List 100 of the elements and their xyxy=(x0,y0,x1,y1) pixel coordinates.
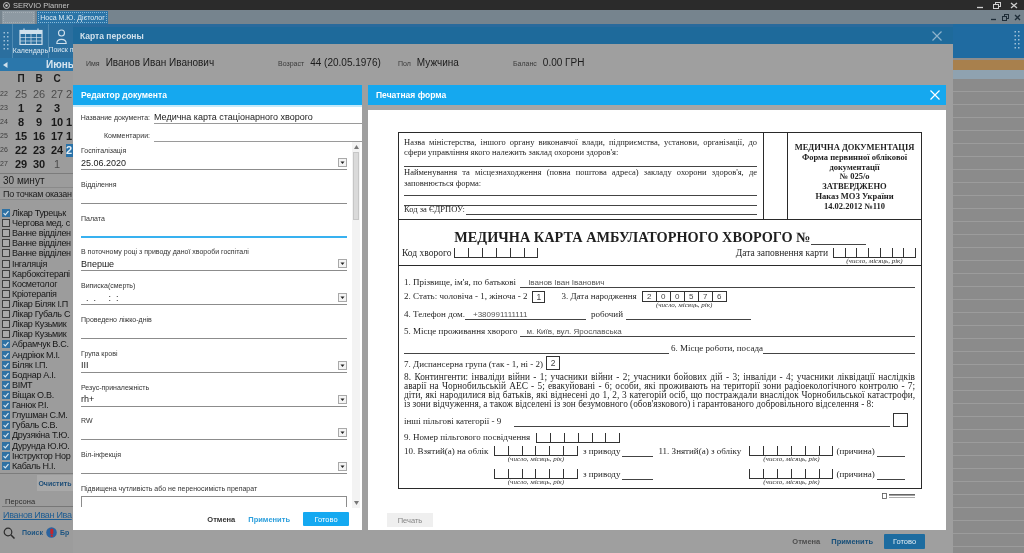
dropdown-field[interactable]: rh+ xyxy=(81,392,347,407)
calendar-day[interactable]: 1 xyxy=(66,115,73,129)
checkbox[interactable] xyxy=(2,219,10,228)
calendar-day[interactable]: 2 xyxy=(66,87,73,101)
caret-icon[interactable] xyxy=(338,394,347,404)
calendar-day[interactable]: 29 xyxy=(12,157,30,171)
checkbox[interactable] xyxy=(2,269,10,278)
calendar-day[interactable]: 25 xyxy=(12,87,30,101)
calendar-day[interactable]: 1 xyxy=(12,101,30,115)
weekday-label: С xyxy=(52,73,62,85)
stamp-text: Форма первинної облікової xyxy=(801,152,908,163)
caret-left-icon[interactable] xyxy=(3,61,8,68)
dropdown-field[interactable] xyxy=(81,460,347,475)
checkbox[interactable] xyxy=(2,411,10,420)
app-logo-icon xyxy=(3,1,10,9)
caret-icon[interactable] xyxy=(338,293,347,303)
checkbox[interactable] xyxy=(2,330,10,339)
resource-label: Губаль С.В. xyxy=(12,420,58,431)
checkbox[interactable] xyxy=(2,209,10,218)
publisher-logo-icon xyxy=(882,493,916,499)
close-icon[interactable] xyxy=(1014,13,1021,21)
checkbox[interactable] xyxy=(2,350,10,359)
calendar-day[interactable]: 2 xyxy=(66,143,73,157)
checkbox[interactable] xyxy=(2,249,10,258)
checkbox[interactable] xyxy=(2,340,10,349)
calendar-day[interactable]: 24 xyxy=(48,143,66,157)
caret-icon[interactable] xyxy=(338,259,347,269)
calendar-day[interactable]: 1 xyxy=(66,129,73,143)
resource-label: Лікар Кузьмик xyxy=(12,329,67,340)
dropdown-field[interactable] xyxy=(81,426,347,441)
calendar-day[interactable]: 2 xyxy=(30,101,48,115)
checkbox[interactable] xyxy=(2,401,10,410)
resource-label: Інгаляція xyxy=(12,258,47,269)
calendar-day[interactable]: 10 xyxy=(48,115,66,129)
calendar-day[interactable]: 1 xyxy=(48,157,66,171)
calendar-day[interactable]: 9 xyxy=(30,115,48,129)
checkbox[interactable] xyxy=(2,461,10,470)
scroll-down-icon[interactable] xyxy=(353,501,359,505)
form-label: 2. Стать: чоловіча - 1, жіноча - 2 xyxy=(404,291,528,302)
dropdown-field[interactable]: . . : : xyxy=(81,291,347,306)
checkbox[interactable] xyxy=(2,431,10,440)
form-label: 5. Місце проживання хворого xyxy=(404,326,518,337)
checkbox[interactable] xyxy=(2,289,10,298)
text-area[interactable] xyxy=(81,495,347,507)
calendar-day[interactable]: 27 xyxy=(48,87,66,101)
fill-in-line: +380991111111 xyxy=(465,309,586,320)
schedule-header xyxy=(953,70,1024,79)
checkbox[interactable] xyxy=(2,239,10,248)
digit-box: 7 xyxy=(698,292,713,301)
caret-icon[interactable] xyxy=(338,462,347,472)
stamp-text: МЕДИЧНА ДОКУМЕНТАЦІЯ xyxy=(794,143,915,153)
resource-label: Друзякіна Т.Ю. xyxy=(12,430,70,441)
form-label: 11. Знятий(а) з обліку xyxy=(658,446,743,457)
form-label: 6. Місце роботи, посада xyxy=(671,343,763,354)
calendar-day[interactable]: 23 xyxy=(30,143,48,157)
form-label: робочий xyxy=(591,309,623,320)
grip-icon xyxy=(3,30,9,52)
checkbox[interactable] xyxy=(2,380,10,389)
checkbox[interactable] xyxy=(2,300,10,309)
interval-select[interactable]: 30 минут xyxy=(0,173,73,188)
scroll-up-icon[interactable] xyxy=(353,145,359,149)
calendar-day[interactable]: 30 xyxy=(30,157,48,171)
calendar-day[interactable]: 3 xyxy=(48,101,66,115)
checkbox[interactable] xyxy=(2,320,10,329)
calendar-day[interactable]: 15 xyxy=(12,129,30,143)
resource-label: Лікар Біляк І.П xyxy=(12,299,68,310)
checkbox[interactable] xyxy=(2,310,10,319)
calendar-day[interactable]: 26 xyxy=(30,87,48,101)
scrollbar[interactable] xyxy=(352,142,360,508)
checkbox[interactable] xyxy=(2,451,10,460)
fill-in-line: Іванов Іван Іванович xyxy=(520,277,915,288)
form-label: 4. Телефон дом. xyxy=(404,309,465,320)
person-icon xyxy=(55,28,67,44)
calendar-day[interactable]: 22 xyxy=(12,143,30,157)
resource-label: Лікар Кузьмик xyxy=(12,319,67,330)
caret-icon[interactable] xyxy=(338,360,347,370)
checkbox[interactable] xyxy=(2,229,10,238)
resource-label: Ванне відділен xyxy=(12,248,71,259)
dropdown-field[interactable]: 25.06.2020 xyxy=(81,156,347,170)
checkbox[interactable] xyxy=(2,360,10,369)
form-label: інші пільгові категорії - 9 xyxy=(404,416,502,427)
scrollbar-thumb[interactable] xyxy=(353,152,359,220)
form-label: 10. Взятий(а) на облік xyxy=(404,446,490,457)
checkbox[interactable] xyxy=(2,441,10,450)
dropdown-field[interactable]: III xyxy=(81,358,347,373)
checkbox[interactable] xyxy=(2,259,10,268)
text-field[interactable]: Медична карта стаціонарного хворого xyxy=(154,110,362,124)
restore-icon[interactable] xyxy=(993,1,1001,9)
caret-icon[interactable] xyxy=(338,158,347,167)
checkbox[interactable] xyxy=(2,370,10,379)
caret-icon[interactable] xyxy=(338,428,347,438)
dropdown-field[interactable]: Вперше xyxy=(81,257,347,272)
digit-box: 0 xyxy=(656,292,671,301)
resource-label: Лікар Турецьк xyxy=(12,208,66,219)
form-label: з приводу xyxy=(583,446,621,457)
calendar-day[interactable]: 16 xyxy=(30,129,48,143)
restore-icon[interactable] xyxy=(1002,13,1009,21)
calendar-day[interactable]: 17 xyxy=(48,129,66,143)
checkbox[interactable] xyxy=(2,279,10,288)
calendar-day[interactable]: 8 xyxy=(12,115,30,129)
